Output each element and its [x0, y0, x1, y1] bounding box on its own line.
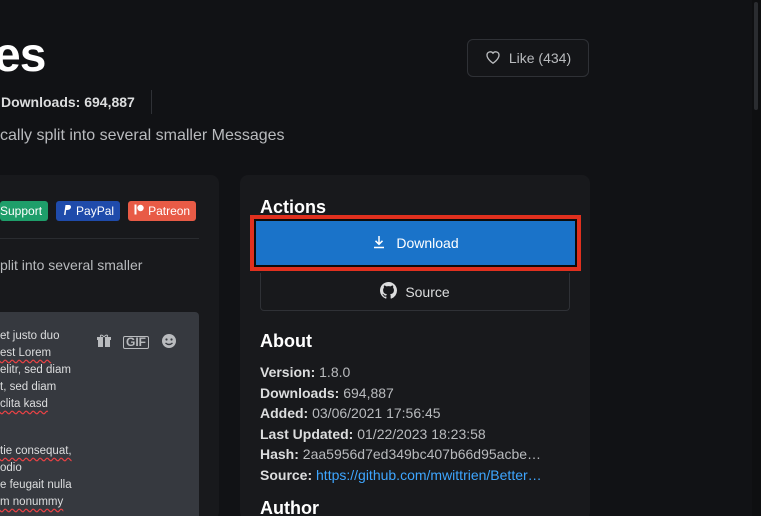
patreon-label: Patreon [148, 204, 191, 218]
preview-text: et justo duo est Lorem elitr, sed diam t… [0, 328, 72, 511]
last-updated-value: 01/22/2023 18:23:58 [357, 425, 486, 442]
added-key: Added: [260, 405, 309, 421]
preview-line: est Lorem [0, 347, 52, 359]
source-row: Source: https://github.com/mwittrien/Bet… [260, 465, 565, 486]
emoji-icon [161, 333, 177, 352]
version-row: Version: 1.8.0 [260, 362, 565, 383]
hash-value: 2aa5956d7ed349bc407b66d95acbe… [302, 446, 542, 462]
github-icon [380, 281, 398, 302]
gif-icon: GIF [123, 336, 149, 349]
download-icon [372, 235, 386, 252]
preview-line: clita kasd [0, 398, 48, 410]
added-row: Added: 03/06/2021 17:56:45 [260, 403, 565, 424]
support-label: Support [0, 204, 43, 218]
version-value: 1.8.0 [319, 364, 351, 380]
source-key: Source: [260, 466, 313, 483]
version-key: Version: [260, 364, 316, 380]
heart-icon [485, 49, 501, 67]
preview-line: et justo duo [0, 330, 60, 342]
paypal-icon [62, 204, 72, 219]
source-link[interactable]: https://github.com/mwittrien/Better… [316, 467, 542, 483]
author-heading: Author [260, 498, 319, 516]
preview-line: odio [0, 462, 22, 474]
preview-image: et justo duo est Lorem elitr, sed diam t… [0, 312, 199, 516]
gift-icon [97, 334, 111, 351]
source-label: Source [405, 283, 450, 300]
divider [0, 238, 199, 239]
patreon-badge[interactable]: Patreon [128, 201, 197, 221]
download-button[interactable]: Download [254, 219, 577, 267]
preview-line: elitr, sed diam [0, 364, 71, 376]
downloads-row: Downloads: 694,887 [260, 383, 565, 404]
details-panel: Support PayPal Patreon plit into several… [0, 175, 219, 516]
downloads-count: Downloads: 694,887 [0, 90, 152, 114]
preview-toolbar: GIF [97, 333, 177, 352]
like-button[interactable]: Like (434) [467, 39, 589, 77]
sidebar-panel: Actions Download Source About Version: 1… [240, 175, 590, 516]
downloads-value: 694,887 [343, 384, 394, 401]
preview-line: m nonummy [0, 496, 64, 508]
hash-key: Hash: [260, 446, 299, 462]
last-updated-key: Last Updated: [260, 425, 354, 442]
preview-line: t, sed diam [0, 381, 57, 393]
support-badge[interactable]: Support [0, 201, 49, 221]
scrollbar-thumb[interactable] [754, 2, 758, 110]
paypal-badge[interactable]: PayPal [56, 201, 121, 221]
page-title: es [0, 29, 46, 82]
preview-line: e feugait nulla [0, 479, 72, 491]
hash-row: Hash: 2aa5956d7ed349bc407b66d95acbe… [260, 444, 565, 465]
about-details: Version: 1.8.0 Downloads: 694,887 Added:… [260, 362, 565, 485]
like-label: Like (434) [508, 50, 572, 66]
downloads-key: Downloads: [260, 384, 340, 401]
about-heading: About [260, 331, 312, 351]
paypal-label: PayPal [76, 204, 115, 218]
panel-description: plit into several smaller [0, 257, 143, 273]
preview-line: tie consequat, [0, 445, 72, 457]
last-updated-row: Last Updated: 01/22/2023 18:23:58 [260, 424, 565, 445]
download-label: Download [396, 235, 459, 251]
source-button[interactable]: Source [260, 273, 570, 311]
plugin-description: cally split into several smaller Message… [0, 127, 285, 144]
donation-badges: Support PayPal Patreon [0, 201, 197, 221]
patreon-icon [134, 204, 144, 218]
added-value: 03/06/2021 17:56:45 [312, 405, 441, 421]
